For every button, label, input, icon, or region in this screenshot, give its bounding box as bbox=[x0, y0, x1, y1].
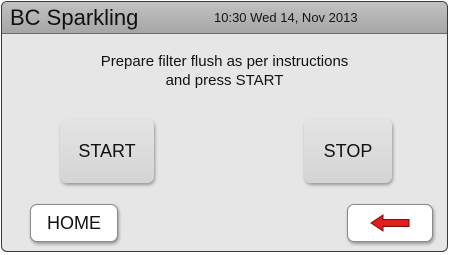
back-button[interactable] bbox=[347, 204, 433, 242]
app-title: BC Sparkling bbox=[10, 5, 139, 30]
date-time-display: 10:30 Wed 14, Nov 2013 bbox=[214, 10, 358, 25]
touch-screen: BC Sparkling 10:30 Wed 14, Nov 2013 Prep… bbox=[1, 1, 448, 252]
title-bar: BC Sparkling 10:30 Wed 14, Nov 2013 bbox=[2, 2, 447, 34]
home-button[interactable]: HOME bbox=[30, 204, 118, 242]
instruction-text: Prepare filter flush as per instructions… bbox=[2, 52, 447, 90]
instruction-line-1: Prepare filter flush as per instructions bbox=[100, 53, 349, 70]
instruction-line-2: and press START bbox=[165, 72, 284, 89]
stop-button[interactable]: STOP bbox=[304, 119, 392, 183]
start-button[interactable]: START bbox=[60, 119, 154, 183]
left-arrow-icon bbox=[370, 214, 410, 232]
